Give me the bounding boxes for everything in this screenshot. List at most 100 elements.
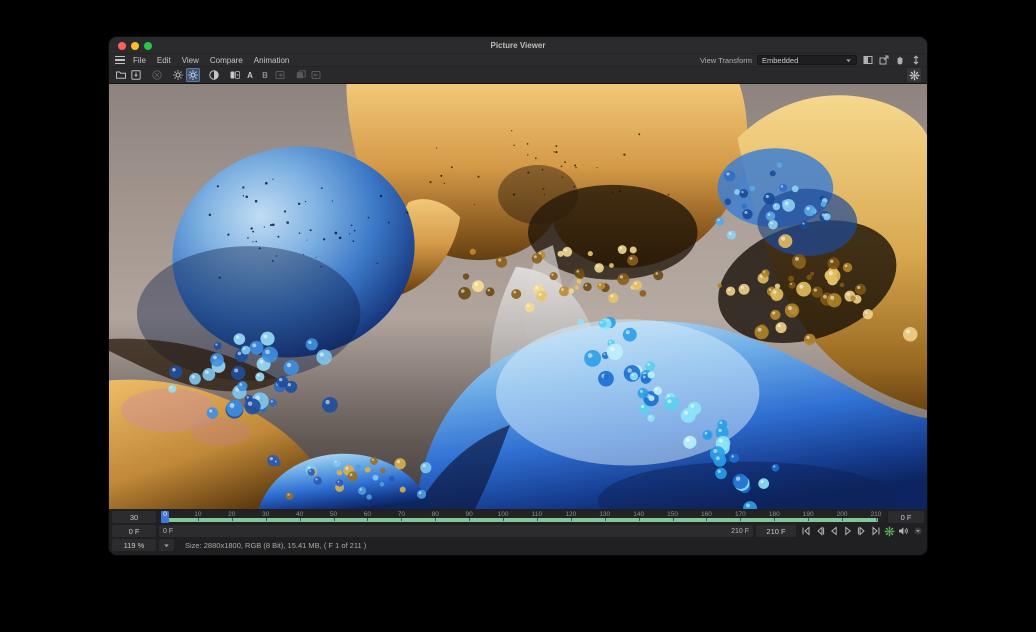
swap-icon (274, 69, 286, 81)
ab-compare-icon (229, 69, 241, 81)
go-to-start-button[interactable] (799, 525, 812, 537)
copy-image-button[interactable] (294, 68, 308, 82)
ruler-tick-mark (300, 518, 301, 521)
zoom-dropdown-button[interactable] (159, 539, 174, 551)
popout-icon (879, 55, 889, 65)
menu-item-compare[interactable]: Compare (210, 56, 243, 65)
play-backward-button[interactable] (827, 525, 840, 537)
ruler-tick-label: 190 (803, 511, 814, 518)
ruler-tick-label: 90 (466, 511, 473, 518)
ruler-tick-label: 60 (364, 511, 371, 518)
preview-range-bar[interactable] (163, 518, 878, 522)
next-frame-button[interactable] (855, 525, 868, 537)
frame-range-scrollbar[interactable]: 0 F 210 F (159, 525, 753, 537)
filter-settings-button[interactable] (171, 68, 185, 82)
navigation-mode-button[interactable] (907, 68, 921, 82)
ruler-tick-mark (740, 518, 741, 521)
picture-viewer-window: Picture Viewer File Edit View Compare Animat… (108, 36, 928, 556)
clear-image-button[interactable] (150, 68, 164, 82)
arrow-up-down-icon (911, 55, 921, 65)
play-forward-icon (843, 526, 853, 536)
ruler-tick-mark (401, 518, 402, 521)
ab-compare-button[interactable] (228, 68, 242, 82)
minimize-button[interactable] (131, 42, 139, 50)
go-to-end-button[interactable] (869, 525, 882, 537)
close-button[interactable] (118, 42, 126, 50)
letter-a-icon: A (247, 71, 253, 80)
transport-options-dropdown[interactable] (911, 525, 924, 537)
save-icon (130, 69, 142, 81)
fps-field[interactable]: 30 (112, 511, 156, 523)
menu-item-file[interactable]: File (133, 56, 146, 65)
set-image-b-button[interactable]: B (258, 68, 272, 82)
menu-item-animation[interactable]: Animation (254, 56, 290, 65)
ruler-tick-mark (842, 518, 843, 521)
menu-item-view[interactable]: View (182, 56, 199, 65)
range-start-label: 0 F (163, 528, 173, 535)
ruler-tick-label: 160 (701, 511, 712, 518)
view-transform-select[interactable]: Embedded (757, 55, 857, 65)
save-image-button[interactable] (129, 68, 143, 82)
hamburger-menu-icon[interactable] (115, 56, 125, 64)
ruler-tick-mark (639, 518, 640, 521)
rendered-image (109, 84, 927, 509)
display-settings-button[interactable] (186, 68, 200, 82)
ruler-tick-label: 170 (735, 511, 746, 518)
timeline-area: 30 0 10203040506070809010011012013014015… (109, 509, 927, 555)
menu-bar: File Edit View Compare Animation View Transf… (109, 54, 927, 67)
ruler-tick-mark (469, 518, 470, 521)
disabled-circle-icon (151, 69, 163, 81)
go-to-end-icon (871, 526, 881, 536)
pan-tool-button[interactable] (894, 55, 905, 66)
zoom-button[interactable] (144, 42, 152, 50)
folder-icon (115, 69, 127, 81)
ruler-tick-label: 150 (667, 511, 678, 518)
view-transform-label: View Transform (700, 56, 752, 65)
swap-ab-button[interactable] (273, 68, 287, 82)
ruler-tick-mark (808, 518, 809, 521)
ruler-tick-label: 80 (432, 511, 439, 518)
menu-item-edit[interactable]: Edit (157, 56, 171, 65)
traffic-lights (118, 42, 152, 50)
ruler-tick-mark (876, 518, 877, 521)
paste-icon (310, 69, 322, 81)
ruler-tick-mark (334, 518, 335, 521)
ruler-tick-mark (232, 518, 233, 521)
loop-playback-button[interactable] (883, 525, 896, 537)
ruler-tick-label: 210 (871, 511, 882, 518)
loop-burst-icon (884, 526, 895, 537)
ruler-tick-label: 50 (330, 511, 337, 518)
split-view-button[interactable] (862, 55, 873, 66)
image-viewport[interactable] (109, 84, 927, 509)
ruler-tick-label: 200 (837, 511, 848, 518)
gear-icon (172, 69, 184, 81)
range-end-label: 210 F (731, 528, 749, 535)
zoom-level-field[interactable]: 119 % (112, 539, 156, 551)
range-start-field[interactable]: 0 F (112, 525, 156, 537)
timeline-ruler[interactable]: 0 10203040506070809010011012013014015016… (159, 511, 885, 523)
ruler-tick-mark (774, 518, 775, 521)
go-to-start-icon (801, 526, 811, 536)
previous-frame-button[interactable] (813, 525, 826, 537)
burst-icon (909, 70, 920, 81)
audio-toggle-button[interactable] (897, 525, 910, 537)
ruler-tick-label: 130 (599, 511, 610, 518)
ruler-end-field[interactable]: 0 F (888, 511, 924, 523)
paste-image-button[interactable] (309, 68, 323, 82)
set-image-a-button[interactable]: A (243, 68, 257, 82)
split-view-icon (863, 55, 873, 65)
current-frame-field[interactable]: 210 F (756, 525, 796, 537)
ruler-tick-label: 110 (532, 511, 542, 518)
compare-mode-button[interactable] (207, 68, 221, 82)
play-forward-button[interactable] (841, 525, 854, 537)
window-title: Picture Viewer (491, 41, 546, 50)
fit-vertical-button[interactable] (910, 55, 921, 66)
open-file-button[interactable] (114, 68, 128, 82)
copy-icon (295, 69, 307, 81)
popout-window-button[interactable] (878, 55, 889, 66)
ruler-tick-label: 100 (498, 511, 509, 518)
ruler-tick-label: 20 (228, 511, 235, 518)
ruler-tick-mark (571, 518, 572, 521)
playhead[interactable]: 0 (161, 511, 169, 523)
ruler-tick-mark (503, 518, 504, 521)
